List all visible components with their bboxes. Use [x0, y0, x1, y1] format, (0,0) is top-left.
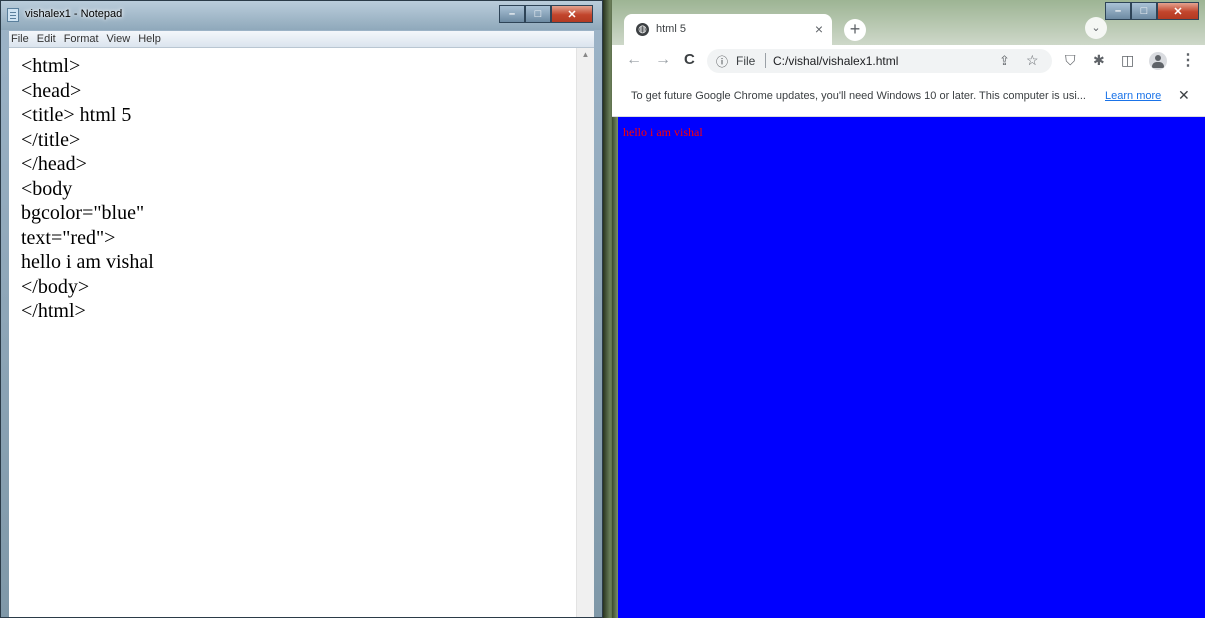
extensions-puzzle-icon[interactable]: ✱	[1093, 52, 1105, 69]
menu-format[interactable]: Format	[64, 33, 99, 45]
minimize-button[interactable]: –	[1105, 2, 1131, 20]
tab-search-button[interactable]: ⌄	[1085, 17, 1107, 39]
forward-button[interactable]: →	[655, 51, 671, 69]
update-infobar: To get future Google Chrome updates, you…	[612, 78, 1205, 117]
notepad-app-icon[interactable]	[7, 8, 19, 22]
notepad-menubar: File Edit Format View Help	[9, 31, 594, 47]
minimize-button[interactable]: –	[499, 5, 525, 23]
profile-avatar-icon[interactable]	[1149, 52, 1167, 70]
chrome-window-controls: – □ ✕	[1105, 2, 1199, 20]
back-button[interactable]: ←	[626, 51, 642, 69]
browser-tab[interactable]: ◍ html 5 ×	[624, 14, 832, 45]
infobar-close-icon[interactable]: ✕	[1178, 87, 1190, 104]
bookmark-star-icon[interactable]: ☆	[1026, 52, 1039, 69]
side-panel-icon[interactable]: ◫	[1121, 52, 1134, 69]
kebab-menu-icon[interactable]: ⋮	[1180, 50, 1196, 70]
globe-icon: ◍	[636, 23, 649, 36]
notepad-window: vishalex1 - Notepad – □ ✕ File Edit Form…	[0, 0, 603, 618]
page-viewport[interactable]: hello i am vishal	[618, 117, 1205, 618]
menu-view[interactable]: View	[107, 33, 131, 45]
tab-close-icon[interactable]: ×	[815, 21, 823, 37]
reload-button[interactable]: C	[684, 51, 695, 68]
menu-file[interactable]: File	[11, 33, 29, 45]
new-tab-button[interactable]: +	[844, 19, 866, 41]
scheme-label: File	[736, 54, 756, 68]
maximize-button[interactable]: □	[1131, 2, 1157, 20]
page-body-text: hello i am vishal	[623, 125, 703, 139]
chrome-window: ◍ html 5 × + ⌄ – □ ✕ ← → C ⓘ File C:/vis…	[612, 0, 1205, 618]
tab-title: html 5	[656, 23, 686, 35]
notepad-window-controls: – □ ✕	[499, 5, 593, 23]
maximize-button[interactable]: □	[525, 5, 551, 23]
share-icon[interactable]: ⇪	[999, 53, 1010, 69]
notepad-titlebar[interactable]: vishalex1 - Notepad – □ ✕	[1, 1, 602, 30]
scroll-up-arrow-icon[interactable]: ▲	[577, 50, 594, 64]
tab-strip[interactable]: ◍ html 5 × + ⌄ – □ ✕	[612, 0, 1205, 45]
close-button[interactable]: ✕	[551, 5, 593, 23]
shield-extension-icon[interactable]: ⛉	[1065, 52, 1076, 69]
notepad-text-area[interactable]: <html> <head> <title> html 5 </title> </…	[9, 47, 594, 617]
menu-help[interactable]: Help	[138, 33, 161, 45]
notepad-title: vishalex1 - Notepad	[25, 8, 123, 20]
omnibox-separator	[765, 53, 766, 68]
learn-more-link[interactable]: Learn more	[1105, 90, 1161, 102]
notepad-content[interactable]: <html> <head> <title> html 5 </title> </…	[21, 54, 154, 324]
browser-toolbar: ← → C ⓘ File C:/vishal/vishalex1.html ⇪ …	[612, 45, 1205, 79]
menu-edit[interactable]: Edit	[37, 33, 56, 45]
site-info-icon[interactable]: ⓘ	[716, 53, 728, 70]
url-text[interactable]: C:/vishal/vishalex1.html	[773, 54, 898, 68]
vertical-scrollbar[interactable]: ▲	[576, 48, 594, 617]
close-button[interactable]: ✕	[1157, 2, 1199, 20]
address-bar[interactable]: ⓘ File C:/vishal/vishalex1.html ⇪ ☆	[707, 49, 1052, 73]
infobar-message: To get future Google Chrome updates, you…	[631, 90, 1086, 102]
